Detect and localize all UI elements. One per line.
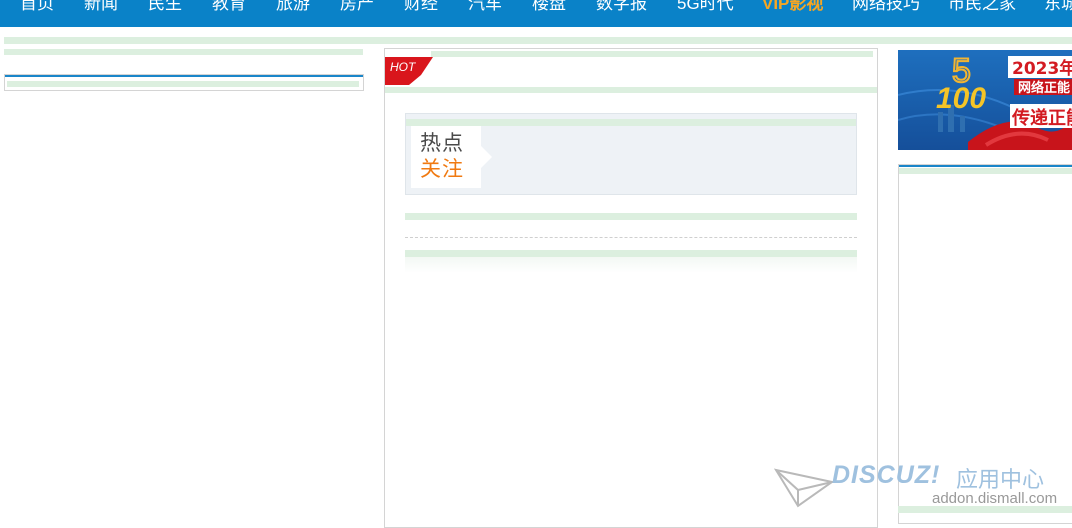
center-header-strip [431,51,873,57]
nav-item[interactable]: 财经 [404,0,438,17]
top-divider-strip [4,37,1072,44]
dashed-divider [405,237,857,238]
nav-item[interactable]: 5G时代 [677,0,734,17]
nav-item[interactable]: 数字报 [596,0,647,17]
nav-item[interactable]: 网络技巧 [852,0,920,17]
nav-item[interactable]: 首页 [20,0,54,17]
nav-item[interactable]: 新闻 [84,0,118,17]
discuz-watermark: DISCUZ! 应用中心 addon.dismall.com [774,458,1070,518]
nav-item[interactable]: 楼盘 [532,0,566,17]
nav-item[interactable]: VIP影视 [762,0,823,17]
banner-graphic: 5 100 2023年 网络正能 传递正能 [898,50,1072,150]
left-panel-strip [7,81,359,87]
hot-focus-arrow-icon [481,146,492,168]
nav-item[interactable]: 汽车 [468,0,502,17]
anniversary-banner[interactable]: 5 100 2023年 网络正能 传递正能 [898,50,1072,150]
hot-news-panel: HOT 热点 关注 [384,48,878,528]
watermark-domain: addon.dismall.com [932,490,1058,507]
watermark-brand: DISCUZ! [832,461,941,489]
hot-focus-label-line2: 关注 [420,158,464,181]
banner-logo-number: 100 [936,82,986,115]
banner-slogan: 传递正能 [1011,107,1072,129]
left-panel-accent-line [5,75,363,77]
center-divider-strip [385,87,877,93]
headline-strip [405,213,857,220]
nav-item[interactable]: 民生 [148,0,182,17]
hot-focus-strip [406,119,856,126]
right-panel-accent-line [899,165,1072,167]
hot-tag: HOT [385,57,433,87]
hot-tag-label: HOT [390,60,416,74]
banner-year: 2023年 [1012,58,1072,79]
news-list-strip [405,250,857,257]
nav-item[interactable]: 房产 [340,0,374,17]
left-panel [4,74,364,91]
right-panel-strip [899,168,1072,174]
top-navigation-bar: 首页 新闻 民生 教育 旅游 房产 财经 汽车 楼盘 数字报 5G时代 VIP影视 网络技巧 市民之家 东城 [0,0,1072,27]
nav-item[interactable]: 旅游 [276,0,310,17]
hot-focus-box: 热点 关注 [405,113,857,195]
banner-subtitle: 网络正能 [1018,80,1070,96]
left-column-header-strip [4,49,363,55]
nav-item[interactable]: 东城 [1044,0,1072,17]
hot-focus-label: 热点 关注 [411,126,492,188]
nav-item[interactable]: 教育 [212,0,246,17]
news-list-placeholder [405,257,857,273]
paper-plane-icon [774,468,834,508]
nav-item[interactable]: 市民之家 [948,0,1016,17]
